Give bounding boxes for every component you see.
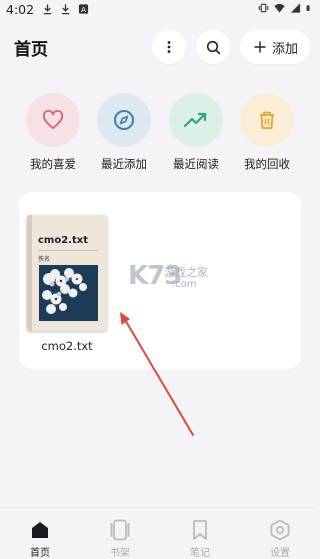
nav-item-notes[interactable]: 笔记: [175, 518, 225, 559]
quick-action-label: 我的喜爱: [30, 157, 76, 171]
add-button-label: 添加: [272, 41, 299, 57]
nav-item-home[interactable]: 首页: [15, 518, 65, 559]
page-title: 首页: [14, 40, 48, 60]
quick-action-favorites[interactable]: 我的喜爱: [18, 93, 88, 172]
quick-action-label: 最近阅读: [173, 157, 219, 171]
quick-actions: 我的喜爱 最近添加 最近阅读 我的回收: [0, 93, 317, 173]
bookmark-icon: [193, 520, 207, 540]
recent-added-icon-circle: [97, 93, 151, 147]
recycle-icon-circle: [240, 93, 294, 147]
svg-text:A: A: [81, 5, 86, 14]
header: 首页 添加: [0, 28, 317, 68]
quick-action-label: 最近添加: [101, 157, 147, 171]
cover-divider: [38, 250, 98, 251]
app-notification-icon: A: [78, 4, 89, 14]
signal-icon: [290, 3, 301, 13]
quick-action-recycle[interactable]: 我的回收: [232, 93, 302, 172]
trending-up-icon: [184, 112, 207, 128]
nav-label: 设置: [270, 548, 290, 559]
heart-icon: [42, 110, 64, 130]
download-icon: [61, 4, 70, 15]
nav-item-settings[interactable]: 设置: [255, 518, 305, 559]
home-icon: [32, 522, 48, 538]
wifi-icon: [274, 3, 285, 13]
settings-hexagon-icon: [270, 519, 290, 541]
cover-author: 佚名: [38, 256, 51, 263]
watermark-logo: K73 游戏之家 .com: [128, 261, 223, 295]
download-icon: [43, 4, 52, 15]
quick-action-recent-added[interactable]: 最近添加: [89, 93, 159, 172]
battery-icon: [306, 5, 310, 11]
cover-flower-image: [39, 265, 98, 321]
plus-icon: [254, 41, 266, 53]
nav-label: 书架: [110, 548, 130, 559]
nav-label: 笔记: [190, 548, 210, 559]
status-time: 4:02: [6, 1, 35, 17]
book-cover[interactable]: cmo2.txt 佚名: [27, 215, 107, 331]
more-vertical-icon: [167, 41, 171, 53]
quick-action-label: 我的回收: [244, 157, 290, 171]
compass-icon: [114, 110, 134, 130]
search-icon: [206, 40, 220, 54]
nav-item-bookshelf[interactable]: 书架: [95, 518, 145, 559]
vibrate-icon: [258, 3, 269, 13]
nav-label: 首页: [30, 548, 50, 559]
watermark-com-text: .com: [172, 279, 197, 290]
status-bar: 4:02 A: [0, 0, 317, 18]
trash-icon: [260, 111, 274, 129]
bookshelf-icon: [110, 519, 130, 541]
quick-action-recent-read[interactable]: 最近阅读: [161, 93, 231, 172]
cover-title: cmo2.txt: [38, 235, 88, 246]
bottom-nav: 首页 书架 笔记 设置: [0, 507, 317, 559]
book-filename[interactable]: cmo2.txt: [27, 339, 107, 353]
add-button[interactable]: 添加: [240, 30, 310, 64]
search-button[interactable]: [196, 30, 230, 64]
book-spine: [27, 215, 32, 331]
watermark-cn-text: 游戏之家: [164, 266, 208, 279]
more-button[interactable]: [152, 30, 186, 64]
favorites-icon-circle: [26, 93, 80, 147]
recent-read-icon-circle: [169, 93, 223, 147]
